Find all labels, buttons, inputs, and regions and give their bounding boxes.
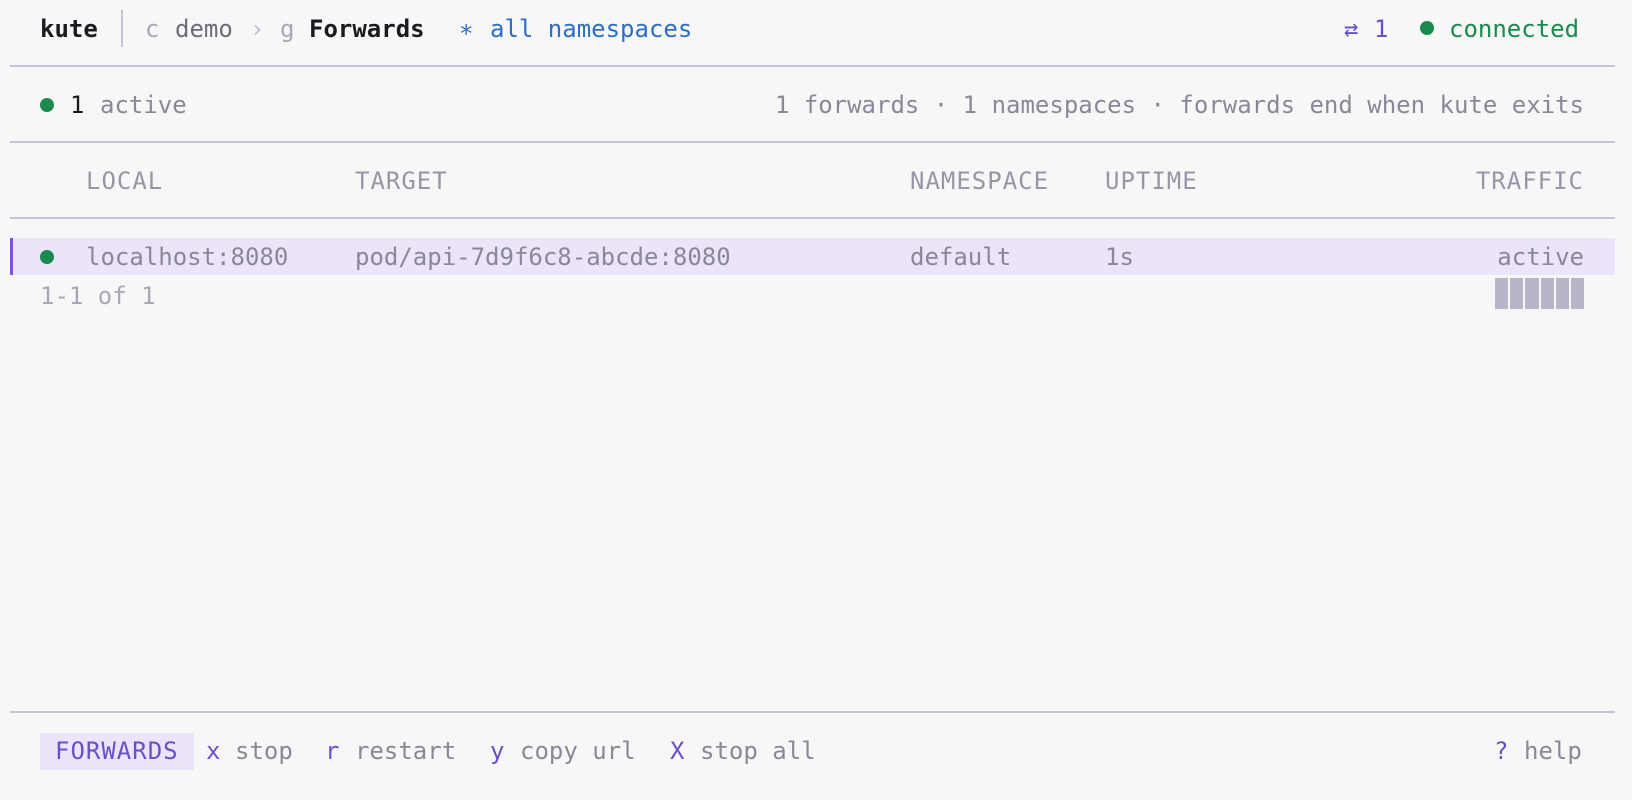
- column-uptime[interactable]: UPTIME: [1105, 169, 1198, 193]
- column-local[interactable]: LOCAL: [86, 169, 163, 193]
- sparkline-bar: [1525, 278, 1539, 309]
- row-selection-marker: [10, 238, 13, 275]
- sparkline-bar: [1510, 278, 1524, 309]
- stop-label[interactable]: stop: [235, 739, 293, 763]
- active-status-icon: [40, 98, 54, 112]
- copy-url-key[interactable]: y: [490, 739, 504, 763]
- table-header-divider-line: [10, 217, 1615, 219]
- connection-status-icon: [1420, 21, 1434, 35]
- header-divider: [121, 10, 123, 47]
- resource-title: Forwards: [309, 15, 425, 43]
- traffic-sparkline: [1495, 278, 1585, 309]
- mode-badge: FORWARDS: [40, 733, 194, 770]
- cell-uptime: 1s: [1105, 243, 1134, 271]
- help-label[interactable]: help: [1524, 739, 1582, 763]
- forward-count: 1: [1374, 15, 1389, 43]
- cell-local[interactable]: localhost:8080: [86, 245, 288, 269]
- app-name: kute: [40, 15, 98, 43]
- help-key[interactable]: ?: [1494, 739, 1508, 763]
- resource-key: g: [280, 15, 295, 43]
- cell-traffic: active: [1497, 243, 1584, 271]
- stop-key[interactable]: x: [206, 739, 220, 763]
- active-label: active: [100, 91, 187, 119]
- header-divider-line: [10, 65, 1615, 67]
- column-target[interactable]: TARGET: [355, 169, 448, 193]
- column-namespace[interactable]: NAMESPACE: [910, 169, 1049, 193]
- connection-status: connected: [1449, 15, 1580, 43]
- pagination-status: 1-1 of 1: [40, 282, 156, 310]
- active-count: 1: [70, 91, 85, 119]
- namespace-filter[interactable]: all namespaces: [490, 17, 692, 41]
- forward-count-icon: ⇄: [1344, 15, 1359, 43]
- stop-all-label[interactable]: stop all: [700, 739, 816, 763]
- sparkline-bar: [1495, 278, 1509, 309]
- restart-label[interactable]: restart: [355, 739, 456, 763]
- forward-status-icon: [40, 250, 54, 264]
- summary-stats: 1 forwards · 1 namespaces · forwards end…: [774, 91, 1584, 119]
- sparkline-bar: [1570, 278, 1585, 309]
- restart-key[interactable]: r: [325, 739, 339, 763]
- cell-namespace: default: [910, 243, 1012, 271]
- copy-url-label[interactable]: copy url: [520, 739, 636, 763]
- namespace-icon: ∗: [459, 15, 474, 43]
- sparkline-bar: [1555, 278, 1569, 309]
- stop-all-key[interactable]: X: [670, 739, 684, 763]
- footer-divider-line: [10, 711, 1615, 713]
- breadcrumb-chevron-icon: ›: [250, 15, 265, 43]
- sparkline-bar: [1540, 278, 1554, 309]
- cell-target[interactable]: pod/api-7d9f6c8-abcde:8080: [355, 245, 731, 269]
- column-traffic[interactable]: TRAFFIC: [1476, 169, 1584, 193]
- context-name[interactable]: demo: [175, 17, 233, 41]
- context-key: c: [145, 15, 160, 43]
- summary-divider-line: [10, 141, 1615, 143]
